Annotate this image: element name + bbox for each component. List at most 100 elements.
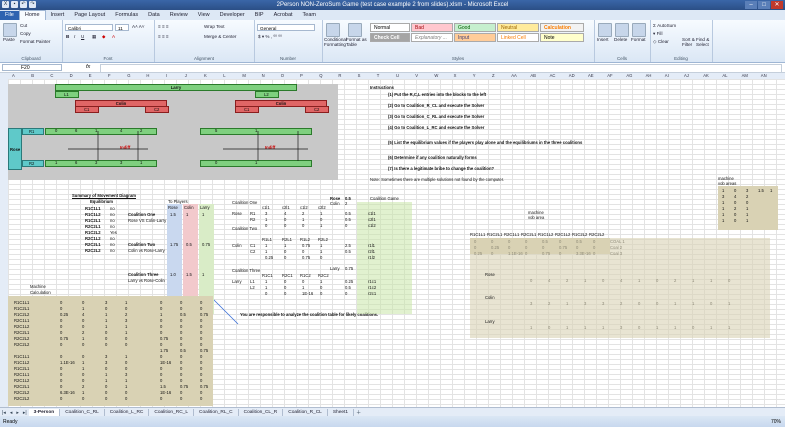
italic-icon[interactable]: I — [74, 34, 75, 39]
grow-font-icon[interactable]: A˄ A˅ — [132, 24, 145, 29]
style-linked-cell[interactable]: Linked Cell — [497, 33, 539, 42]
column-header[interactable]: E — [89, 73, 92, 78]
column-header[interactable]: L — [223, 73, 225, 78]
column-header[interactable]: N — [262, 73, 265, 78]
align-top-icon[interactable]: ≡ ≡ ≡ — [158, 24, 169, 29]
last-sheet-icon[interactable]: ▸| — [21, 410, 29, 416]
column-header[interactable]: AB — [530, 73, 536, 78]
tab-insert[interactable]: Insert — [46, 11, 70, 20]
style-neutral[interactable]: Neutral — [497, 23, 539, 32]
formula-input[interactable] — [100, 64, 782, 73]
fill-color-icon[interactable]: ◆ — [102, 34, 106, 40]
merge-center-button[interactable]: Merge & Center — [204, 34, 236, 39]
column-header[interactable]: A — [12, 73, 15, 78]
column-header[interactable]: AN — [761, 73, 767, 78]
conditional-formatting-button[interactable]: Conditional Formatting — [324, 37, 347, 47]
column-header[interactable]: T — [377, 73, 380, 78]
column-header[interactable]: H — [146, 73, 149, 78]
fx-icon[interactable]: fx — [86, 64, 90, 70]
wrap-text-button[interactable]: Wrap Text — [204, 24, 225, 29]
style-note[interactable]: Note — [540, 33, 584, 42]
autosum-button[interactable]: Σ AutoSum — [653, 23, 676, 28]
copy-button[interactable]: Copy — [20, 31, 31, 36]
style-input[interactable]: Input — [454, 33, 496, 42]
insert-cells-icon[interactable] — [598, 23, 612, 37]
maximize-icon[interactable]: □ — [758, 1, 770, 9]
column-header[interactable]: G — [127, 73, 130, 78]
conditional-formatting-icon[interactable] — [326, 23, 340, 37]
font-size-combo[interactable]: 11 — [115, 24, 129, 31]
column-header[interactable]: AH — [646, 73, 652, 78]
column-header[interactable]: Y — [473, 73, 476, 78]
underline-icon[interactable]: U — [81, 34, 84, 39]
column-header[interactable]: X — [454, 73, 457, 78]
column-header[interactable]: J — [185, 73, 187, 78]
column-header[interactable]: D — [70, 73, 73, 78]
column-header[interactable]: AC — [550, 73, 556, 78]
tab-file[interactable]: File — [0, 11, 19, 20]
tab-team[interactable]: Team — [298, 11, 321, 20]
style-calculation[interactable]: Calculation — [540, 23, 584, 32]
font-name-combo[interactable]: Calibri — [65, 24, 113, 31]
format-cells-button[interactable]: Format — [631, 37, 646, 42]
column-header[interactable]: O — [281, 73, 284, 78]
format-as-table-icon[interactable] — [348, 23, 362, 37]
style-bad[interactable]: Bad — [411, 23, 453, 32]
tab-developer[interactable]: Developer — [215, 11, 250, 20]
tab-acrobat[interactable]: Acrobat — [269, 11, 298, 20]
column-header[interactable]: U — [396, 73, 399, 78]
tab-page-layout[interactable]: Page Layout — [69, 11, 110, 20]
column-header[interactable]: F — [108, 73, 111, 78]
sort-filter-button[interactable]: Sort & Filter — [682, 37, 696, 47]
close-icon[interactable]: ✕ — [771, 1, 783, 9]
column-header[interactable]: AL — [722, 73, 727, 78]
column-header[interactable]: Q — [319, 73, 322, 78]
column-header[interactable]: B — [31, 73, 34, 78]
column-header[interactable]: AD — [569, 73, 575, 78]
column-header[interactable]: V — [415, 73, 418, 78]
format-painter-button[interactable]: Format Painter — [20, 39, 50, 44]
format-cells-icon[interactable] — [632, 23, 646, 37]
find-select-button[interactable]: Find & Select — [696, 37, 710, 47]
delete-cells-icon[interactable] — [615, 23, 629, 37]
style-explanatory[interactable]: Explanatory ... — [411, 33, 453, 42]
clear-button[interactable]: ◇ Clear — [653, 39, 669, 45]
column-header[interactable]: W — [434, 73, 438, 78]
fill-button[interactable]: ▾ Fill — [653, 31, 662, 37]
column-header[interactable]: AG — [626, 73, 632, 78]
tab-data[interactable]: Data — [143, 11, 165, 20]
tab-home[interactable]: Home — [18, 10, 46, 20]
tab-view[interactable]: View — [193, 11, 215, 20]
tab-formulas[interactable]: Formulas — [110, 11, 143, 20]
new-sheet-icon[interactable]: ＋ — [354, 409, 363, 416]
borders-icon[interactable]: ▦ — [92, 34, 96, 40]
column-header[interactable]: S — [358, 73, 361, 78]
paste-button[interactable]: Paste — [3, 37, 15, 42]
column-header[interactable]: I — [166, 73, 167, 78]
tab-bip[interactable]: BIP — [250, 11, 269, 20]
column-header[interactable]: AJ — [684, 73, 689, 78]
column-header[interactable]: AM — [742, 73, 748, 78]
style-check-cell[interactable]: Check Cell — [370, 33, 410, 42]
insert-cells-button[interactable]: Insert — [597, 37, 609, 42]
font-color-icon[interactable]: A — [112, 34, 115, 39]
column-header[interactable]: AE — [588, 73, 594, 78]
first-sheet-icon[interactable]: |◂ — [0, 410, 8, 416]
column-header[interactable]: AF — [607, 73, 612, 78]
number-format-combo[interactable]: General — [257, 24, 315, 31]
column-header[interactable]: AK — [703, 73, 709, 78]
column-header[interactable]: R — [338, 73, 341, 78]
bold-icon[interactable]: B — [66, 34, 69, 39]
column-header[interactable]: AA — [511, 73, 517, 78]
tab-review[interactable]: Review — [165, 11, 193, 20]
paste-icon[interactable] — [3, 23, 17, 37]
column-header[interactable]: C — [50, 73, 53, 78]
delete-cells-button[interactable]: Delete — [614, 37, 627, 42]
format-as-table-button[interactable]: Format as Table — [346, 37, 368, 47]
column-header[interactable]: M — [242, 73, 246, 78]
style-good[interactable]: Good — [454, 23, 496, 32]
cut-button[interactable]: Cut — [20, 23, 27, 28]
column-header[interactable]: K — [204, 73, 207, 78]
align-left-icon[interactable]: ≡ ≡ ≡ — [158, 34, 169, 39]
column-header[interactable]: P — [300, 73, 303, 78]
